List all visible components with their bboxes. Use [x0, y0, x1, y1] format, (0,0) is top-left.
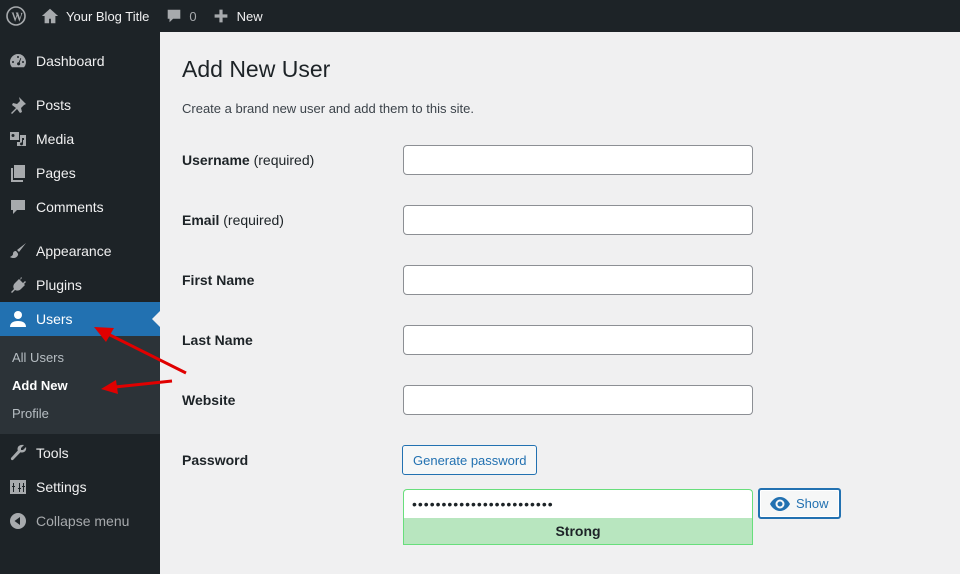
- sidebar-item-label: Plugins: [36, 277, 82, 293]
- last-name-input[interactable]: [403, 325, 753, 355]
- plus-icon: [214, 9, 227, 23]
- sidebar-item-pages[interactable]: Pages: [0, 156, 160, 190]
- sidebar-item-comments[interactable]: Comments: [0, 190, 160, 224]
- comments-link[interactable]: 0: [157, 0, 204, 32]
- sidebar-item-dashboard[interactable]: Dashboard: [0, 44, 160, 78]
- website-row: Website: [182, 385, 942, 415]
- sidebar-item-users[interactable]: Users: [0, 302, 160, 336]
- sidebar-item-tools[interactable]: Tools: [0, 436, 160, 470]
- password-label: Password: [182, 452, 249, 468]
- email-label: Email (required): [182, 212, 284, 228]
- brush-icon: [8, 241, 28, 261]
- sidebar-item-label: Comments: [36, 199, 104, 215]
- website-input[interactable]: [403, 385, 753, 415]
- first-name-label: First Name: [182, 272, 255, 288]
- users-submenu: All Users Add New Profile: [0, 336, 160, 434]
- website-label: Website: [182, 392, 236, 408]
- wrench-icon: [8, 443, 28, 463]
- sidebar-item-label: Settings: [36, 479, 87, 495]
- sidebar-item-settings[interactable]: Settings: [0, 470, 160, 504]
- sidebar-item-plugins[interactable]: Plugins: [0, 268, 160, 302]
- media-icon: [8, 129, 28, 149]
- pin-icon: [8, 95, 28, 115]
- first-name-input[interactable]: [403, 265, 753, 295]
- generate-password-button[interactable]: Generate password: [402, 445, 538, 475]
- password-row: Password Generate password: [182, 445, 942, 475]
- sidebar-item-label: Posts: [36, 97, 72, 113]
- username-row: Username (required): [182, 145, 942, 175]
- sidebar-item-label: Media: [36, 131, 75, 147]
- page-description: Create a brand new user and add them to …: [182, 101, 474, 116]
- comments-count: 0: [189, 8, 197, 24]
- last-name-label: Last Name: [182, 332, 253, 348]
- main-content: Add New User Create a brand new user and…: [182, 32, 942, 545]
- site-title: Your Blog Title: [66, 8, 150, 24]
- sidebar-item-label: Appearance: [36, 243, 112, 259]
- show-password-button[interactable]: Show: [758, 488, 841, 519]
- comment-icon: [168, 9, 181, 23]
- collapse-arrow-icon: [8, 511, 28, 531]
- comment-icon: [8, 197, 28, 217]
- sidebar-item-label: Pages: [36, 165, 76, 181]
- wordpress-logo-button[interactable]: [0, 0, 33, 32]
- submenu-item-add-new[interactable]: Add New: [0, 371, 160, 399]
- sidebar-item-label: Dashboard: [36, 53, 105, 69]
- pages-icon: [8, 163, 28, 183]
- password-field-wrap: •••••••••••••••••••••••• Strong: [403, 489, 753, 545]
- new-label: New: [236, 8, 263, 24]
- submenu-item-profile[interactable]: Profile: [0, 399, 160, 427]
- first-name-row: First Name: [182, 265, 942, 295]
- sidebar-item-label: Tools: [36, 445, 69, 461]
- admin-sidebar: Dashboard Posts Media Pages Comments App…: [0, 32, 160, 574]
- user-icon: [8, 309, 28, 329]
- collapse-menu-label: Collapse menu: [36, 513, 130, 529]
- settings-icon: [8, 477, 28, 497]
- page-title: Add New User: [182, 56, 331, 82]
- sidebar-item-label: Users: [36, 311, 73, 327]
- password-strength-meter: Strong: [403, 518, 753, 545]
- username-input[interactable]: [403, 145, 753, 175]
- submenu-item-all-users[interactable]: All Users: [0, 343, 160, 371]
- show-password-label: Show: [796, 496, 829, 511]
- site-name-link[interactable]: Your Blog Title: [33, 0, 157, 32]
- email-row: Email (required): [182, 205, 942, 235]
- new-content-button[interactable]: New: [205, 0, 271, 32]
- plug-icon: [8, 275, 28, 295]
- email-input[interactable]: [403, 205, 753, 235]
- sidebar-item-media[interactable]: Media: [0, 122, 160, 156]
- username-label: Username (required): [182, 152, 315, 168]
- password-input[interactable]: ••••••••••••••••••••••••: [403, 489, 753, 518]
- sidebar-item-posts[interactable]: Posts: [0, 88, 160, 122]
- sidebar-item-appearance[interactable]: Appearance: [0, 234, 160, 268]
- dashboard-icon: [8, 51, 28, 71]
- admin-bar: Your Blog Title 0 New: [0, 0, 960, 32]
- wordpress-logo-icon: [6, 6, 26, 26]
- eye-icon: [770, 496, 790, 511]
- last-name-row: Last Name: [182, 325, 942, 355]
- collapse-menu-button[interactable]: Collapse menu: [0, 504, 160, 538]
- home-icon: [41, 8, 59, 24]
